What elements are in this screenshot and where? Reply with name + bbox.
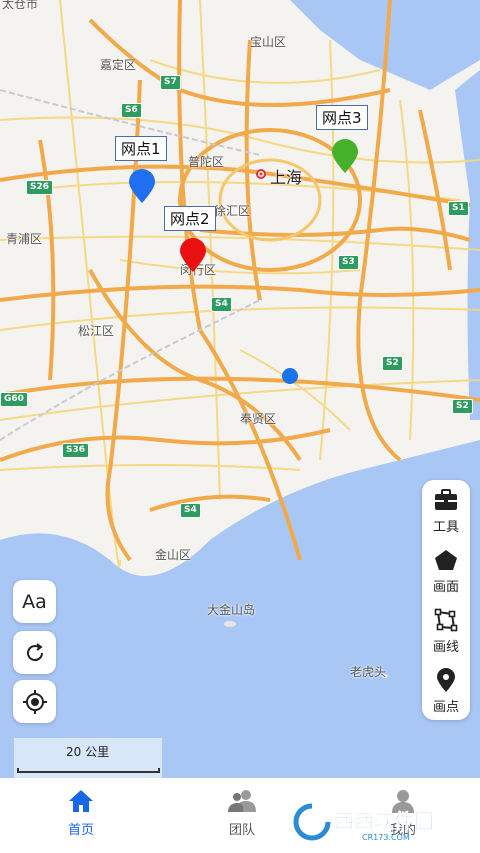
polyline-icon bbox=[434, 608, 458, 632]
map-scale: 20 公里 bbox=[14, 738, 162, 778]
map-base bbox=[0, 0, 480, 778]
tool-label: 画面 bbox=[432, 580, 459, 595]
road-shield: S3 bbox=[338, 255, 359, 270]
road-shield: S2 bbox=[452, 399, 473, 414]
place-label-laohutou: 老虎头 bbox=[350, 665, 387, 679]
place-label-jinshan: 金山区 bbox=[155, 548, 192, 562]
place-label-fengxian: 奉贤区 bbox=[240, 412, 277, 426]
road-shield: S7 bbox=[160, 75, 181, 90]
road-shield: S2 bbox=[382, 356, 403, 371]
tool-draw-line[interactable]: 画线 bbox=[422, 600, 470, 660]
font-size-glyph: Aa bbox=[22, 590, 47, 613]
team-icon bbox=[228, 790, 256, 812]
place-label-dajinshan: 大金山岛 bbox=[207, 603, 256, 617]
road-shield: S6 bbox=[121, 103, 142, 118]
map-marker-3[interactable] bbox=[332, 139, 358, 173]
map-pin-icon bbox=[434, 668, 458, 692]
tool-label: 画线 bbox=[432, 640, 459, 655]
font-size-button[interactable]: Aa bbox=[13, 580, 56, 623]
map-view[interactable]: 宝山区 嘉定区 普陀区 上海 徐汇区 青浦区 闵行区 松江区 奉贤区 金山区 大… bbox=[0, 0, 480, 778]
scale-text: 20 公里 bbox=[66, 745, 110, 759]
tab-team[interactable]: 团队 bbox=[197, 788, 287, 843]
marker-label-1[interactable]: 网点1 bbox=[115, 136, 167, 161]
tool-draw-polygon[interactable]: 画面 bbox=[422, 540, 470, 600]
draw-toolbar: 工具 画面 画线 画点 bbox=[422, 480, 470, 720]
tool-toolbox[interactable]: 工具 bbox=[422, 480, 470, 540]
tab-home[interactable]: 首页 bbox=[36, 788, 126, 843]
tool-label: 工具 bbox=[432, 520, 459, 535]
watermark-logo: 西西软件园 CR173.COM bbox=[293, 803, 434, 842]
map-marker-2[interactable] bbox=[180, 238, 206, 272]
map-marker-1[interactable] bbox=[129, 169, 155, 203]
place-label-jiading: 嘉定区 bbox=[100, 58, 137, 72]
current-location-dot bbox=[282, 368, 298, 384]
refresh-icon bbox=[26, 642, 43, 661]
tool-label: 画点 bbox=[432, 700, 459, 715]
marker-label-3[interactable]: 网点3 bbox=[316, 105, 368, 130]
locate-button[interactable] bbox=[13, 680, 56, 723]
home-icon bbox=[69, 790, 93, 812]
refresh-button[interactable] bbox=[13, 631, 56, 674]
road-shield: S4 bbox=[180, 503, 201, 518]
watermark-subtext: CR173.COM bbox=[362, 833, 410, 842]
place-label-xuhui: 徐汇区 bbox=[214, 204, 251, 218]
scale-bar bbox=[17, 768, 160, 773]
road-shield: S4 bbox=[211, 297, 232, 312]
tool-draw-point[interactable]: 画点 bbox=[422, 660, 470, 720]
watermark-text: 西西软件园 bbox=[334, 809, 434, 833]
place-label-songjiang: 松江区 bbox=[78, 324, 115, 338]
place-label-qingpu: 青浦区 bbox=[6, 232, 43, 246]
tab-label: 团队 bbox=[228, 823, 255, 838]
tab-label: 首页 bbox=[67, 823, 94, 838]
place-label-shanghai: 上海 bbox=[270, 168, 303, 187]
toolbox-icon bbox=[434, 488, 458, 512]
road-shield: S1 bbox=[448, 201, 469, 216]
locate-icon bbox=[22, 689, 47, 714]
road-shield: G60 bbox=[0, 392, 28, 407]
place-label-putuo: 普陀区 bbox=[188, 155, 225, 169]
road-shield: S36 bbox=[62, 443, 90, 458]
marker-label-2[interactable]: 网点2 bbox=[164, 206, 216, 231]
road-shield: S26 bbox=[26, 180, 54, 195]
place-label-taicang: 太仓市 bbox=[2, 0, 39, 11]
place-label-baoshan: 宝山区 bbox=[250, 35, 287, 49]
pentagon-icon bbox=[434, 548, 458, 572]
